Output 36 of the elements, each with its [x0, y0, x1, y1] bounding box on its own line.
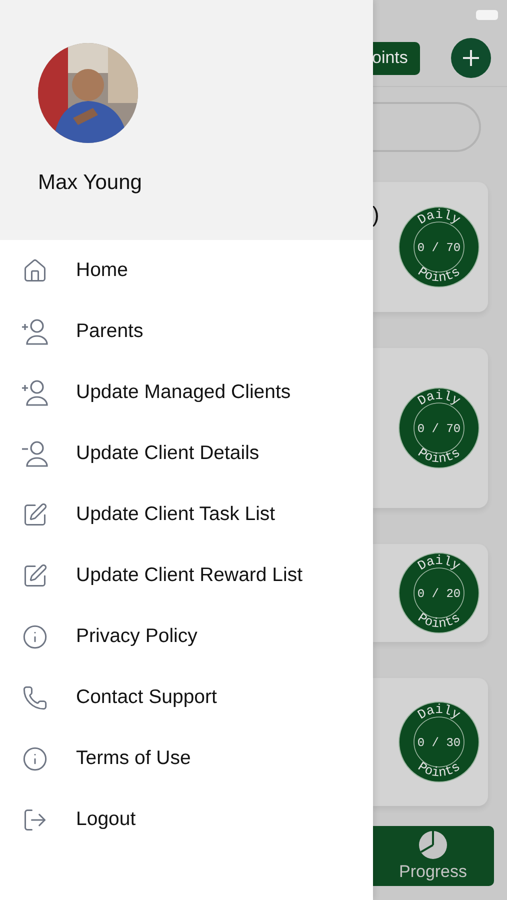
phone-icon: [22, 684, 48, 710]
person-remove-icon: [20, 440, 50, 468]
edit-icon: [22, 502, 48, 528]
menu-item[interactable]: Home: [0, 240, 373, 301]
menu-item[interactable]: Update Client Reward List: [0, 545, 373, 606]
task-card[interactable]: ) Daily 0 / 70 Points: [372, 182, 488, 312]
menu-item[interactable]: Contact Support: [0, 667, 373, 728]
add-button[interactable]: [451, 38, 491, 78]
person-add-icon: [20, 318, 50, 346]
menu-item[interactable]: Update Client Details: [0, 423, 373, 484]
menu-item[interactable]: Update Client Task List: [0, 484, 373, 545]
menu-item[interactable]: Logout: [0, 789, 373, 850]
info-icon: [22, 624, 48, 650]
menu-item[interactable]: Privacy Policy: [0, 606, 373, 667]
edit-icon: [22, 562, 48, 588]
pie-chart-icon: [418, 830, 448, 860]
progress-tab[interactable]: Progress: [372, 826, 494, 886]
plus-icon: [462, 49, 480, 67]
menu-item[interactable]: Terms of Use: [0, 728, 373, 789]
logout-icon: [22, 806, 48, 832]
info-icon: [22, 746, 48, 772]
menu-item[interactable]: Update Managed Clients: [0, 362, 373, 423]
daily-points-badge: Daily 0 / 70 Points: [398, 206, 480, 288]
daily-points-badge: Daily 0 / 70 Points: [398, 387, 480, 469]
daily-points-badge: Daily 0 / 30 Points: [398, 701, 480, 783]
home-icon: [22, 258, 48, 284]
person-add-icon: [20, 378, 50, 406]
menu-item[interactable]: Parents: [0, 301, 373, 362]
task-card[interactable]: Daily 0 / 30 Points: [372, 678, 488, 806]
task-card[interactable]: Daily 0 / 20 Points: [372, 544, 488, 642]
profile-name: Max Young: [38, 171, 143, 195]
points-button[interactable]: oints: [372, 42, 420, 74]
task-card[interactable]: Daily 0 / 70 Points: [372, 348, 488, 508]
battery-icon: [476, 10, 498, 20]
daily-points-badge: Daily 0 / 20 Points: [398, 552, 480, 634]
card-title: ): [372, 202, 380, 228]
